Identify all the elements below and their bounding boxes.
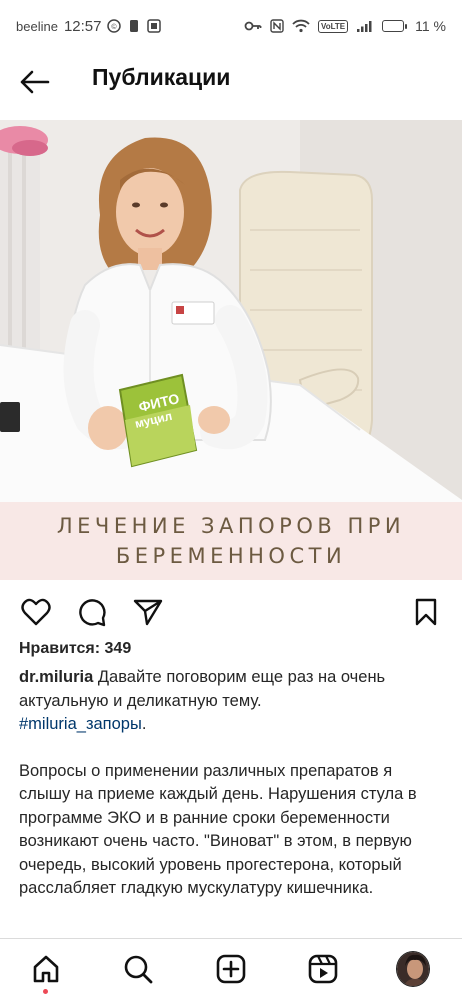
caption-first: dr.miluria Давайте поговорим еще раз на … — [19, 666, 447, 737]
bottom-nav — [0, 938, 462, 1000]
battery-percent: 11 % — [415, 18, 446, 34]
nav-search[interactable] — [121, 952, 155, 986]
header: Публикации — [0, 52, 462, 110]
caption-body: Вопросы о применении различных препарато… — [19, 761, 417, 898]
post-actions — [0, 590, 462, 634]
sim-icon — [127, 19, 141, 33]
data-saver-icon: © — [107, 19, 122, 33]
nfc-icon — [270, 19, 284, 33]
comment-icon — [79, 599, 106, 627]
nav-create[interactable] — [214, 952, 248, 986]
create-icon — [216, 954, 246, 984]
signal-icon — [356, 19, 374, 33]
comment-button[interactable] — [76, 596, 108, 628]
arrow-left-icon — [20, 70, 50, 94]
status-bar: beeline 12:57 © VoLTE 11 % — [0, 0, 462, 52]
post-caption: dr.miluria Давайте поговорим еще раз на … — [19, 666, 447, 901]
likes-count[interactable]: Нравится: 349 — [19, 640, 131, 658]
image-caption-line-1: ЛЕЧЕНИЕ ЗАПОРОВ ПРИ — [56, 514, 406, 538]
like-button[interactable] — [20, 596, 52, 628]
page-title: Публикации — [92, 64, 231, 90]
save-button[interactable] — [410, 596, 442, 628]
post-image[interactable]: ФИТО муцил ЛЕЧЕНИЕ ЗАПОРОВ ПРИ БЕРЕМЕННО… — [0, 120, 462, 580]
status-right: VoLTE 11 % — [244, 18, 446, 34]
hashtag-suffix: . — [141, 715, 147, 733]
home-icon — [33, 955, 59, 983]
wifi-icon — [292, 19, 310, 33]
profile-avatar — [396, 951, 430, 987]
key-icon — [244, 19, 262, 33]
notification-dot — [43, 989, 48, 994]
bookmark-icon — [415, 598, 437, 626]
hashtag-link[interactable]: #miluria_запоры — [19, 715, 142, 733]
status-left: beeline 12:57 © — [16, 17, 162, 35]
battery-icon — [382, 20, 408, 32]
share-button[interactable] — [132, 596, 164, 628]
search-icon — [124, 955, 153, 984]
volte-badge: VoLTE — [317, 19, 349, 33]
product-box: ФИТО муцил — [118, 373, 198, 468]
heart-icon — [21, 598, 51, 626]
image-caption-line-2: БЕРЕМЕННОСТИ — [115, 544, 347, 568]
carrier-name: beeline — [16, 18, 58, 34]
post-username[interactable]: dr.miluria — [19, 668, 93, 686]
status-time: 12:57 — [63, 17, 102, 35]
nav-profile[interactable] — [396, 951, 430, 987]
nav-reels[interactable] — [306, 952, 340, 986]
screen-icon — [147, 19, 162, 33]
back-button[interactable] — [18, 67, 52, 97]
send-icon — [133, 599, 163, 626]
svg-text:©: © — [112, 23, 118, 31]
image-caption-band: ЛЕЧЕНИЕ ЗАПОРОВ ПРИ БЕРЕМЕННОСТИ — [0, 502, 462, 580]
reels-icon — [308, 954, 338, 984]
nav-home[interactable] — [29, 952, 63, 986]
